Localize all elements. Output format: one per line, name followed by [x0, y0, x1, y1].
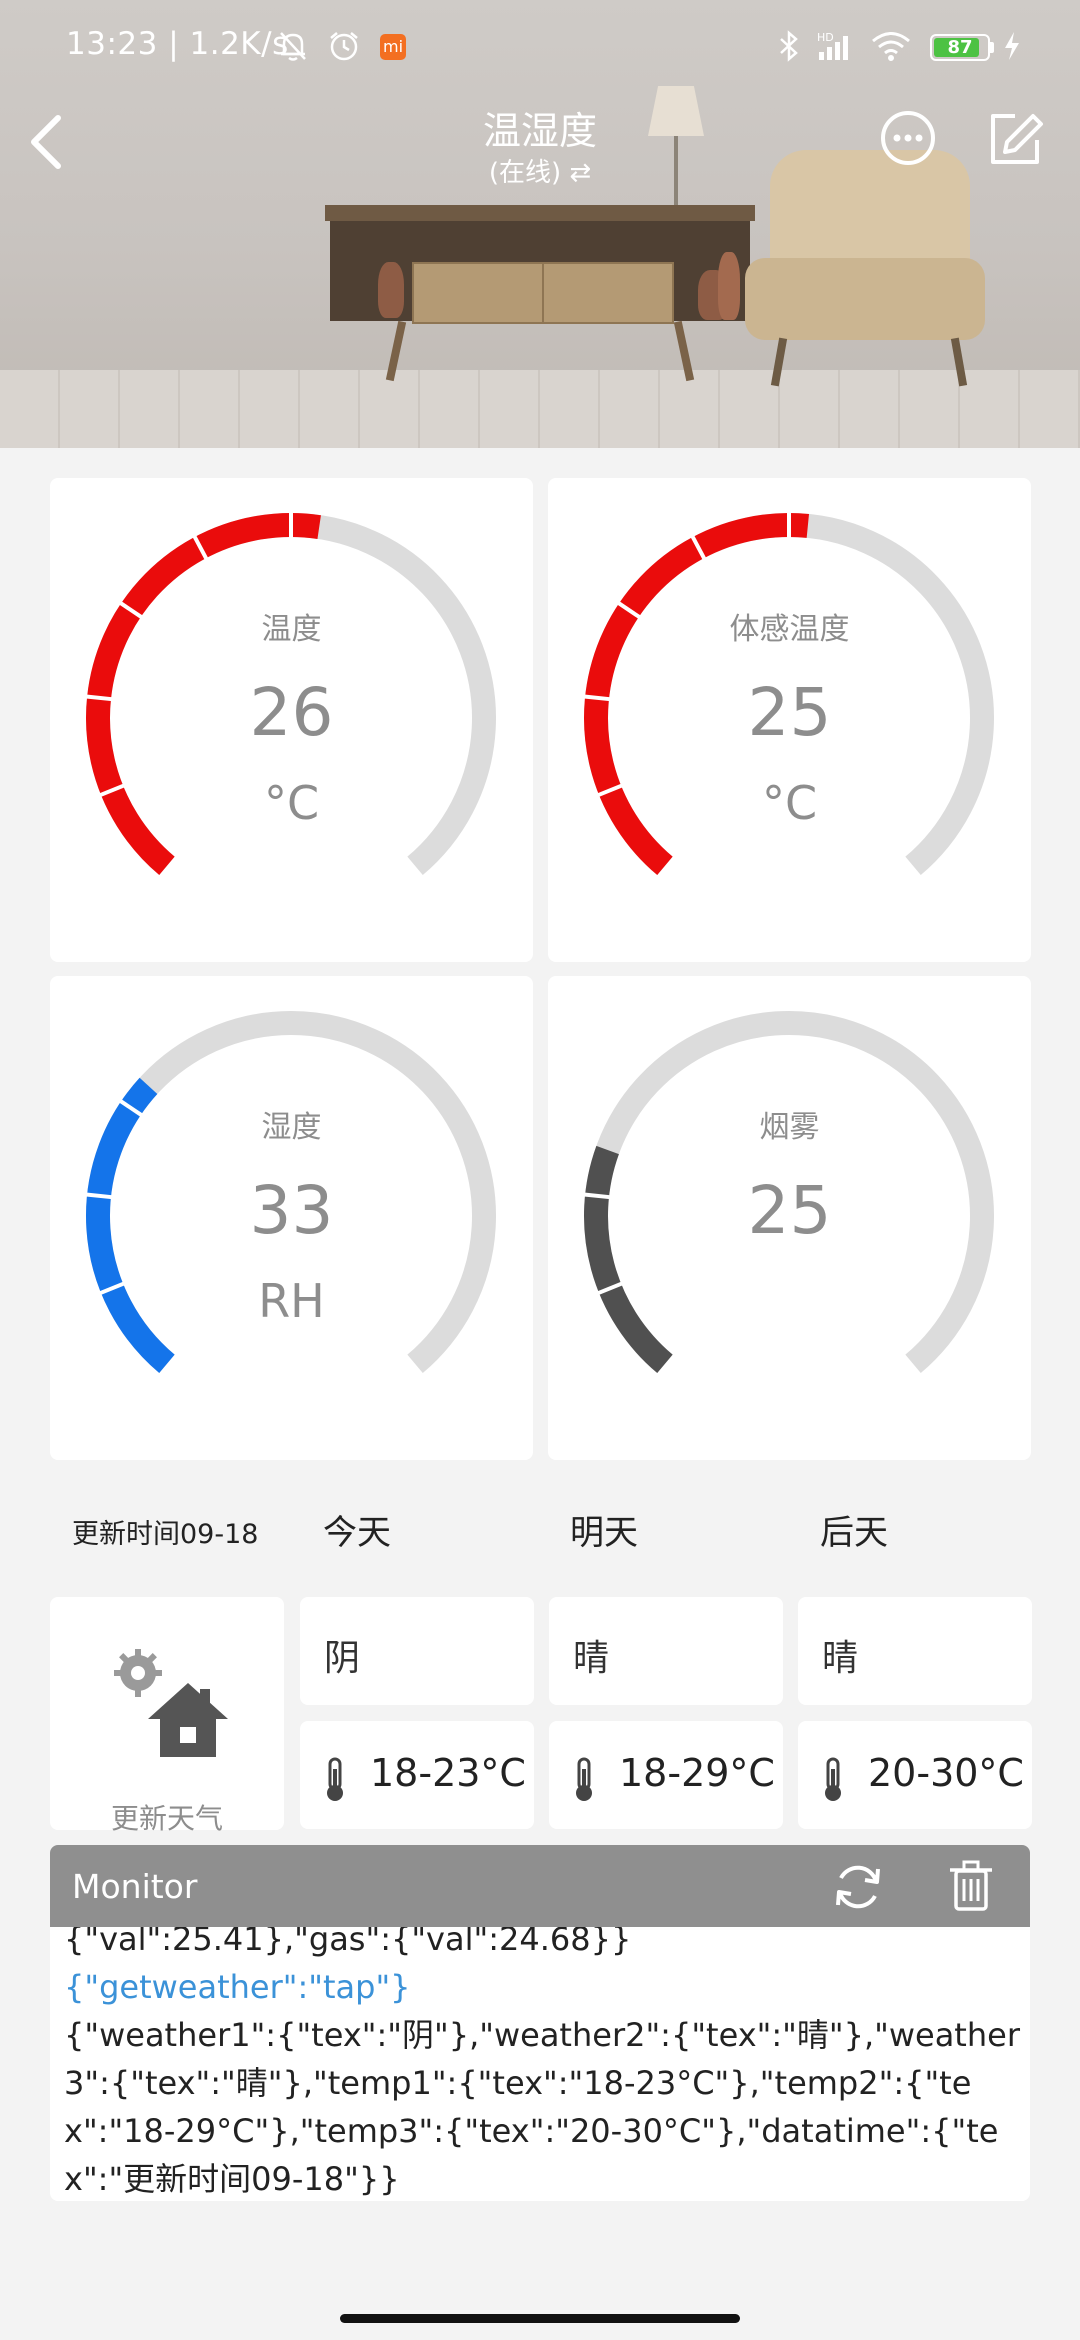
weather-condition-tomorrow: 晴: [549, 1597, 783, 1705]
refresh-weather-button[interactable]: 更新天气: [50, 1597, 284, 1835]
more-button[interactable]: [878, 108, 938, 168]
temp-range: 20-30°C: [868, 1751, 1024, 1795]
condition-text: 晴: [822, 1638, 859, 1679]
gauge-value: 25: [747, 674, 832, 751]
monitor-panel: {"val":25.41},"gas":{"val":24.68}} {"get…: [50, 1845, 1030, 2201]
monitor-refresh-button[interactable]: [832, 1861, 884, 1913]
thermometer-icon: [825, 1757, 841, 1801]
condition-text: 晴: [573, 1638, 610, 1679]
thermometer-icon: [327, 1757, 343, 1801]
hd-signal-icon: HD: [815, 30, 859, 69]
status-bar: 13:23 | 1.2K/s mi HD 87: [0, 0, 1080, 96]
trash-icon: [950, 1860, 992, 1911]
day-label-day-after: 后天: [820, 1513, 888, 1553]
feels-like-gauge-card: 体感温度 25 °C: [548, 478, 1031, 962]
cabinet-decoration: [325, 205, 755, 221]
gauge-label: 烟雾: [759, 1110, 820, 1145]
log-line: {"weather1":{"tex":"阴"},"weather2":{"tex…: [64, 2016, 1020, 2198]
status-time: 13:23 | 1.2K/s: [66, 26, 289, 62]
humidity-gauge-card: 湿度 33 RH: [50, 976, 533, 1460]
weather-condition-today: 阴: [300, 1597, 534, 1705]
bluetooth-icon: [778, 30, 800, 69]
gauge-unit: °C: [263, 776, 320, 830]
mi-app-icon: mi: [380, 34, 406, 60]
house-settings-icon: [114, 1649, 228, 1757]
day-label-tomorrow: 明天: [570, 1513, 638, 1553]
floor-decoration: [0, 370, 1080, 448]
gauge-unit: °C: [761, 776, 818, 830]
gauge-value: 33: [249, 1172, 334, 1249]
refresh-icon: [836, 1865, 880, 1909]
weather-update-time: 更新时间09-18: [72, 1519, 259, 1550]
weather-condition-day-after: 晴: [798, 1597, 1032, 1705]
more-icon: [881, 111, 935, 165]
edit-icon: [991, 114, 1043, 164]
weather-temp-tomorrow: 18-29°C: [549, 1721, 783, 1829]
svg-text:HD: HD: [817, 31, 834, 44]
gauge-label: 体感温度: [729, 612, 850, 647]
gauge-label: 温度: [261, 612, 322, 647]
gauge-label: 湿度: [261, 1110, 322, 1145]
monitor-clear-button[interactable]: [948, 1859, 994, 1913]
home-indicator[interactable]: [340, 2314, 740, 2323]
weather-temp-today: 18-23°C: [300, 1721, 534, 1829]
charging-icon: [1002, 30, 1022, 69]
wifi-icon: [870, 30, 912, 69]
battery-icon: 87: [930, 34, 990, 61]
condition-text: 阴: [324, 1638, 361, 1679]
temp-range: 18-29°C: [619, 1751, 775, 1795]
temp-range: 18-23°C: [370, 1751, 526, 1795]
alarm-icon: [328, 30, 360, 69]
thermometer-icon: [576, 1757, 592, 1801]
gauge-value: 26: [249, 674, 334, 751]
monitor-title: Monitor: [72, 1867, 198, 1906]
battery-level: 87: [947, 37, 973, 58]
gauge-unit: RH: [258, 1274, 325, 1328]
monitor-toolbar: Monitor: [50, 1845, 1030, 1927]
smoke-gauge-card: 烟雾 25: [548, 976, 1031, 1460]
gauge-value: 25: [747, 1172, 832, 1249]
weather-temp-day-after: 20-30°C: [798, 1721, 1032, 1829]
day-label-today: 今天: [323, 1513, 391, 1553]
refresh-weather-label: 更新天气: [110, 1802, 223, 1835]
bell-off-icon: [278, 30, 308, 69]
monitor-log[interactable]: {"val":25.41},"gas":{"val":24.68}} {"get…: [64, 1915, 1024, 2201]
temperature-gauge-card: 温度 26 °C: [50, 478, 533, 962]
edit-button[interactable]: [985, 110, 1045, 170]
log-line: {"getweather":"tap"}: [64, 1968, 411, 2006]
